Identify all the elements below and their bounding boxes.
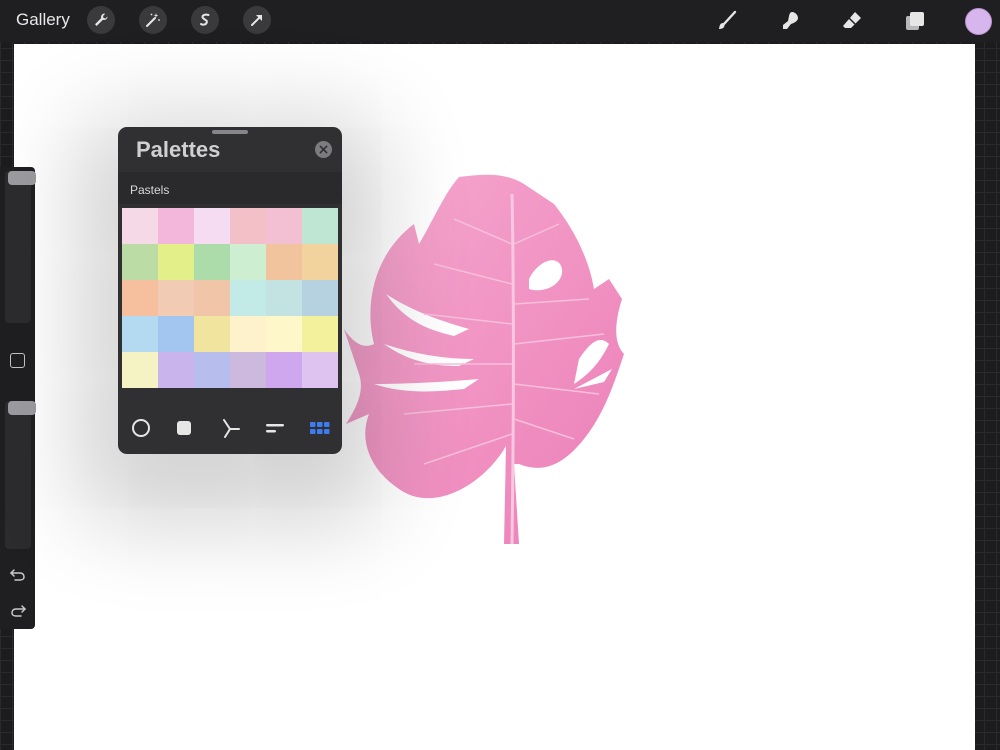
smudge-icon [783,12,798,29]
color-swatch[interactable] [230,352,266,388]
tab-value[interactable] [260,413,290,443]
color-swatch[interactable] [266,280,302,316]
eraser-tool[interactable] [838,7,866,35]
color-picker-button[interactable] [965,8,992,35]
color-swatch[interactable] [158,352,194,388]
color-swatch[interactable] [194,316,230,352]
color-swatch[interactable] [158,280,194,316]
wrench-icon [95,13,108,26]
modify-button[interactable] [10,353,25,368]
harmony-icon [223,419,240,438]
color-swatch[interactable] [230,208,266,244]
value-sliders-icon [266,424,284,433]
color-swatch[interactable] [302,208,338,244]
palette-header: Pastels [118,172,342,204]
swatch-grid [122,208,338,388]
color-swatch[interactable] [194,280,230,316]
brush-size-slider[interactable] [5,171,36,323]
color-swatch[interactable] [194,208,230,244]
square-icon [177,421,191,435]
top-toolbar: Gallery [0,0,1000,42]
panel-title: Palettes [136,137,221,162]
color-swatch[interactable] [230,244,266,280]
palettes-grid-icon [310,422,330,434]
color-swatch[interactable] [266,244,302,280]
color-swatch[interactable] [266,316,302,352]
opacity-thumb[interactable] [8,401,36,415]
color-swatch[interactable] [158,244,194,280]
color-swatch[interactable] [122,316,158,352]
tab-palettes[interactable] [305,413,335,443]
color-mode-tabs [118,413,342,443]
layers-icon [906,12,924,30]
brush-size-thumb[interactable] [8,171,36,185]
color-swatch[interactable] [194,244,230,280]
tab-harmony[interactable] [216,413,246,443]
selection-icon [200,13,210,26]
redo-icon[interactable] [9,602,27,620]
eraser-icon [843,12,861,28]
transform-arrow-icon [251,15,262,26]
palettes-panel: Palettes Pastels [118,127,342,454]
panel-grabber[interactable] [212,130,248,134]
gallery-button[interactable]: Gallery [16,10,70,30]
selection-button[interactable] [191,6,219,34]
color-swatch[interactable] [122,244,158,280]
color-swatch[interactable] [266,208,302,244]
color-swatch[interactable] [302,316,338,352]
color-swatch[interactable] [302,244,338,280]
tab-disc[interactable] [126,413,156,443]
color-swatch[interactable] [122,352,158,388]
magic-wand-icon [146,13,160,27]
color-swatch[interactable] [302,280,338,316]
palette-name[interactable]: Pastels [130,183,169,197]
circle-disc-icon [132,419,150,437]
adjustments-button[interactable] [139,6,167,34]
color-swatch[interactable] [230,316,266,352]
color-swatch[interactable] [122,280,158,316]
color-swatch[interactable] [158,208,194,244]
color-swatch[interactable] [158,316,194,352]
close-icon [319,145,328,154]
color-swatch[interactable] [194,352,230,388]
color-swatch[interactable] [302,352,338,388]
brush-icon [719,10,737,29]
color-swatch[interactable] [122,208,158,244]
opacity-slider[interactable] [5,401,36,549]
close-panel-button[interactable] [315,141,332,158]
transform-button[interactable] [243,6,271,34]
actions-button[interactable] [87,6,115,34]
brush-tool[interactable] [713,7,741,35]
color-swatch[interactable] [266,352,302,388]
layers-button[interactable] [901,7,929,35]
left-sidebar [0,167,36,629]
undo-icon[interactable] [9,566,27,584]
smudge-tool[interactable] [776,7,804,35]
color-swatch[interactable] [230,280,266,316]
tab-classic[interactable] [169,413,199,443]
